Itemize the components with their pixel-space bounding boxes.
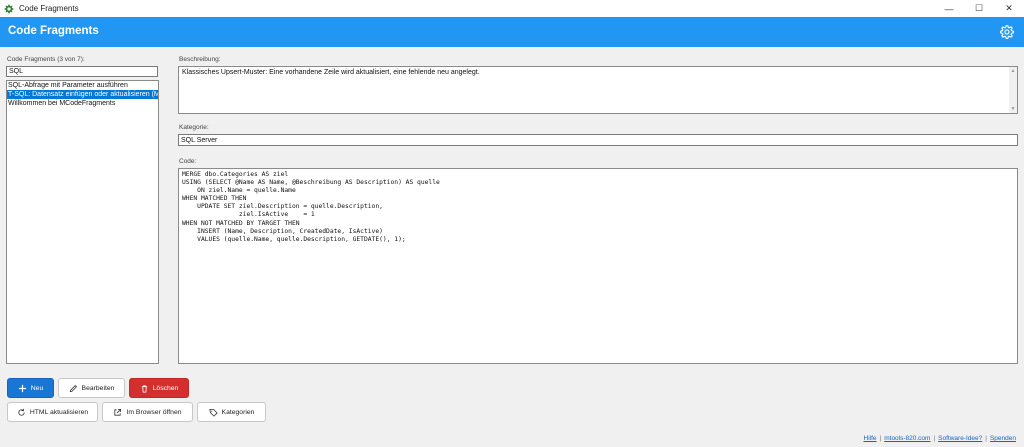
code-line: UPDATE SET ziel.Description = quelle.Des… xyxy=(182,203,383,211)
tag-icon xyxy=(208,408,218,417)
code-line: INSERT (Name, Description, CreatedDate, … xyxy=(182,227,383,235)
maximize-button[interactable]: ☐ xyxy=(964,0,994,17)
open-browser-button[interactable]: Im Browser öffnen xyxy=(102,402,193,422)
code-line: ON ziel.Name = quelle.Name xyxy=(182,187,296,195)
edit-button[interactable]: Bearbeiten xyxy=(58,378,125,398)
code-editor[interactable]: MERGE dbo.Categories AS ziel USING (SELE… xyxy=(178,168,1018,364)
code-label: Code: xyxy=(179,158,197,165)
trash-icon xyxy=(141,384,147,393)
delete-button-label: Löschen xyxy=(152,384,179,392)
code-line: ziel.IsActive = 1 xyxy=(182,211,315,219)
external-link-icon xyxy=(114,408,122,416)
new-button[interactable]: Neu xyxy=(7,378,54,398)
refresh-icon xyxy=(18,408,25,416)
footer-links: Hilfe | mtools-820.com | Software-Idee? … xyxy=(864,435,1017,442)
window-title: Code Fragments xyxy=(19,4,79,13)
description-label: Beschreibung: xyxy=(179,56,221,63)
category-field[interactable] xyxy=(178,134,1018,146)
title-bar: Code Fragments — ☐ ✕ xyxy=(0,0,1024,17)
search-input[interactable] xyxy=(6,66,158,77)
list-item[interactable]: Willkommen bei MCodeFragments xyxy=(7,99,158,108)
scroll-down-icon[interactable]: ▼ xyxy=(1009,106,1017,112)
app-icon xyxy=(4,3,14,14)
refresh-html-label: HTML aktualisieren xyxy=(29,408,89,416)
category-label: Kategorie: xyxy=(179,124,209,131)
delete-button[interactable]: Löschen xyxy=(129,378,189,398)
description-text: Klassisches Upsert-Muster: Eine vorhande… xyxy=(182,69,480,76)
pencil-icon xyxy=(69,384,77,392)
description-field[interactable]: Klassisches Upsert-Muster: Eine vorhande… xyxy=(178,66,1018,114)
refresh-html-button[interactable]: HTML aktualisieren xyxy=(7,402,98,422)
fragments-count-label: Code Fragments (3 von 7): xyxy=(7,56,85,63)
list-item[interactable]: SQL-Abfrage mit Parameter ausführen xyxy=(7,81,158,90)
code-line: VALUES (quelle.Name, quelle.Description,… xyxy=(182,235,406,243)
categories-label: Kategorien xyxy=(221,408,255,416)
close-button[interactable]: ✕ xyxy=(994,0,1024,17)
minimize-button[interactable]: — xyxy=(934,0,964,17)
fragments-list[interactable]: SQL-Abfrage mit Parameter ausführen T-SQ… xyxy=(6,80,159,364)
code-line: MERGE dbo.Categories AS ziel xyxy=(182,171,289,178)
edit-button-label: Bearbeiten xyxy=(81,384,115,392)
new-button-label: Neu xyxy=(30,384,44,392)
code-line: WHEN MATCHED THEN xyxy=(182,195,247,203)
help-link[interactable]: Hilfe xyxy=(864,435,877,442)
footer-separator: | xyxy=(933,435,936,442)
window-controls: — ☐ ✕ xyxy=(934,0,1024,17)
footer-separator: | xyxy=(985,435,987,442)
footer-separator: | xyxy=(879,435,882,442)
software-idea-link[interactable]: Software-Idee? xyxy=(938,435,982,442)
list-item-selected[interactable]: T-SQL: Datensatz einfügen oder aktualisi… xyxy=(7,90,158,99)
site-link[interactable]: mtools-820.com xyxy=(884,435,930,442)
code-line: USING (SELECT @Name AS Name, @Beschreibu… xyxy=(182,179,440,187)
code-line: WHEN NOT MATCHED BY TARGET THEN xyxy=(182,219,300,227)
scroll-up-icon[interactable]: ▲ xyxy=(1009,68,1017,74)
description-scrollbar[interactable]: ▲ ▼ xyxy=(1009,67,1017,113)
header-title: Code Fragments xyxy=(8,25,99,37)
open-browser-label: Im Browser öffnen xyxy=(126,408,182,416)
plus-icon xyxy=(18,384,26,392)
categories-button[interactable]: Kategorien xyxy=(197,402,266,422)
app-header: Code Fragments xyxy=(0,17,1024,47)
donate-link[interactable]: Spenden xyxy=(990,435,1016,442)
gear-icon[interactable] xyxy=(1000,25,1014,39)
